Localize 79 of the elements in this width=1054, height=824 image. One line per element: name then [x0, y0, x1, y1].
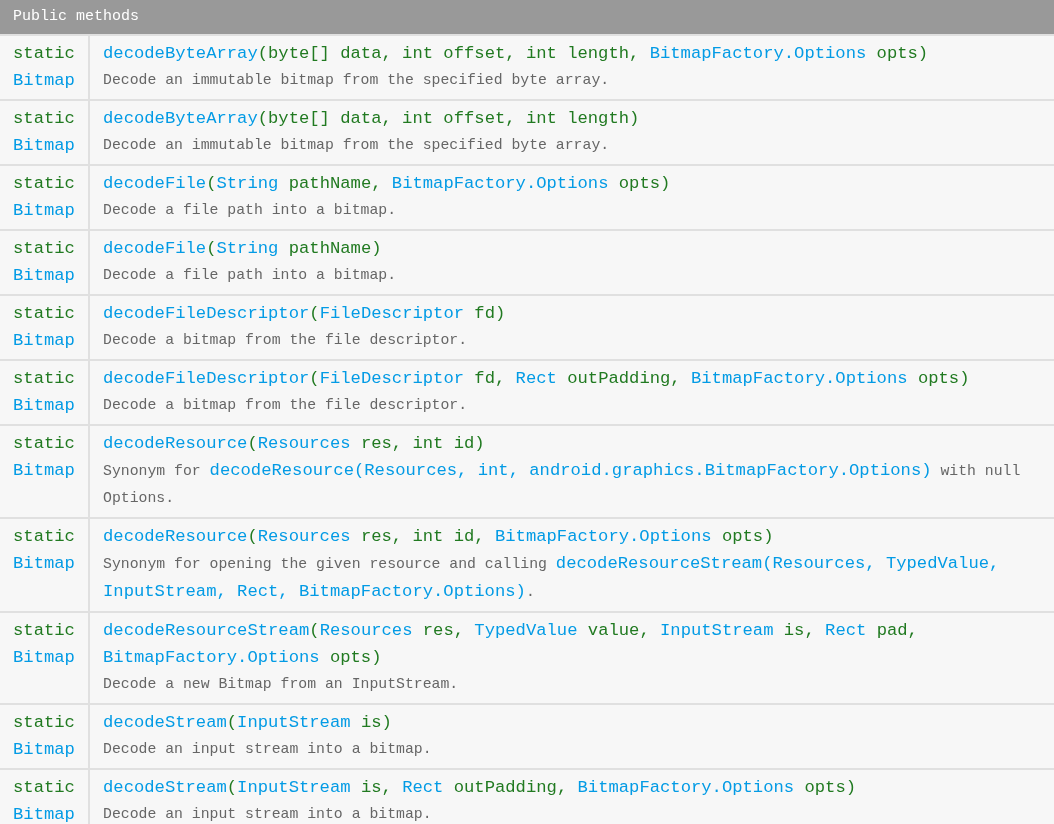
method-description: Decode a bitmap from the file descriptor.	[103, 331, 469, 350]
method-description: Decode a file path into a bitmap.	[103, 266, 398, 285]
code-link[interactable]: BitmapFactory.Options	[577, 778, 795, 797]
code-link[interactable]: decodeFileDescriptor	[103, 304, 310, 323]
return-type-link[interactable]: Bitmap	[13, 550, 75, 577]
return-type-link[interactable]: Bitmap	[13, 736, 75, 763]
modifier-text: static	[13, 368, 75, 390]
return-type-link[interactable]: Bitmap	[13, 392, 75, 419]
method-description: Decode a file path into a bitmap.	[103, 201, 398, 220]
code-link[interactable]: InputStream, Rect, BitmapFactory.Options)	[103, 582, 526, 601]
code-link[interactable]: decodeResourceStream(Resources, TypedValue,	[555, 554, 1000, 573]
modifier-text: static	[13, 433, 75, 455]
code-link[interactable]: Resources	[257, 527, 351, 546]
code-link[interactable]: decodeResourceStream	[103, 621, 310, 640]
code-link[interactable]: String	[216, 239, 279, 258]
modifier-text: static	[13, 620, 75, 642]
method-description: Decode a bitmap from the file descriptor.	[103, 396, 469, 415]
code-link[interactable]: BitmapFactory.Options	[494, 527, 712, 546]
method-signature: decodeResourceStream(Resources res, TypedValue value, InputStream is, Rect pad, BitmapFactory.Options opts)	[103, 620, 919, 669]
method-signature: decodeFileDescriptor(FileDescriptor fd)	[103, 303, 507, 325]
method-description: Decode an input stream into a bitmap.	[103, 805, 433, 824]
return-type-link[interactable]: Bitmap	[13, 132, 75, 159]
code-link[interactable]: BitmapFactory.Options	[690, 369, 908, 388]
code-link[interactable]: decodeResource	[103, 434, 248, 453]
method-signature: decodeStream(InputStream is)	[103, 712, 393, 734]
method-description: Decode an immutable bitmap from the specified byte array.	[103, 136, 611, 155]
return-type-link[interactable]: Bitmap	[13, 262, 75, 289]
method-signature: decodeFile(String pathName, BitmapFactory.Options opts)	[103, 173, 672, 195]
code-link[interactable]: TypedValue	[474, 621, 578, 640]
code-link[interactable]: Rect	[515, 369, 557, 388]
code-link[interactable]: decodeByteArray	[103, 109, 258, 128]
code-link[interactable]: BitmapFactory.Options	[391, 174, 609, 193]
code-link[interactable]: decodeResource	[103, 527, 248, 546]
code-link[interactable]: InputStream	[237, 713, 351, 732]
code-link[interactable]: Resources	[319, 621, 413, 640]
section-header: Public methods	[0, 0, 1054, 36]
return-type-link[interactable]: Bitmap	[13, 457, 75, 484]
method-signature: decodeResource(Resources res, int id)	[103, 433, 486, 455]
code-link[interactable]: BitmapFactory.Options	[103, 648, 320, 667]
method-signature: decodeStream(InputStream is, Rect outPadding, BitmapFactory.Options opts)	[103, 777, 857, 799]
method-description: Synonym for decodeResource(Resources, int, android.graphics.BitmapFactory.Options) with null Options.	[103, 460, 1022, 508]
return-type-link[interactable]: Bitmap	[13, 327, 75, 354]
code-link[interactable]: decodeFile	[103, 174, 207, 193]
method-signature: decodeByteArray(byte[] data, int offset, int length, BitmapFactory.Options opts)	[103, 43, 930, 65]
code-link[interactable]: Rect	[825, 621, 867, 640]
code-link[interactable]: decodeFileDescriptor	[103, 369, 310, 388]
method-description: Decode a new Bitmap from an InputStream.	[103, 675, 460, 694]
method-description: Decode an immutable bitmap from the specified byte array.	[103, 71, 611, 90]
modifier-text: static	[13, 712, 75, 734]
return-type-link[interactable]: Bitmap	[13, 67, 75, 94]
modifier-text: static	[13, 526, 75, 548]
code-link[interactable]: InputStream	[660, 621, 774, 640]
code-link[interactable]: String	[216, 174, 279, 193]
code-link[interactable]: InputStream	[237, 778, 351, 797]
code-link[interactable]: FileDescriptor	[319, 369, 465, 388]
code-link[interactable]: decodeResource(Resources, int, android.graphics.BitmapFactory.Options)	[209, 461, 932, 480]
method-description: Synonym for opening the given resource and calling decodeResourceStream(Resources, TypedValue, InputStream, Rect, BitmapFactory.Options).	[103, 553, 1001, 603]
return-type-link[interactable]: Bitmap	[13, 197, 75, 224]
method-signature: decodeFile(String pathName)	[103, 238, 383, 260]
code-link[interactable]: Resources	[257, 434, 351, 453]
modifier-text: static	[13, 777, 75, 799]
return-type-link[interactable]: Bitmap	[13, 801, 75, 824]
code-link[interactable]: decodeStream	[103, 713, 227, 732]
code-link[interactable]: decodeFile	[103, 239, 207, 258]
code-link[interactable]: FileDescriptor	[319, 304, 465, 323]
modifier-text: static	[13, 303, 75, 325]
method-signature: decodeFileDescriptor(FileDescriptor fd, Rect outPadding, BitmapFactory.Options opts)	[103, 368, 971, 390]
code-link[interactable]: decodeStream	[103, 778, 227, 797]
method-signature: decodeResource(Resources res, int id, BitmapFactory.Options opts)	[103, 526, 775, 548]
modifier-text: static	[13, 43, 75, 65]
code-link[interactable]: Rect	[402, 778, 444, 797]
code-link[interactable]: decodeByteArray	[103, 44, 258, 63]
modifier-text: static	[13, 173, 75, 195]
method-signature: decodeByteArray(byte[] data, int offset, int length)	[103, 108, 641, 130]
method-description: Decode an input stream into a bitmap.	[103, 740, 433, 759]
modifier-text: static	[13, 108, 75, 130]
modifier-text: static	[13, 238, 75, 260]
return-type-link[interactable]: Bitmap	[13, 644, 75, 671]
code-link[interactable]: BitmapFactory.Options	[649, 44, 867, 63]
